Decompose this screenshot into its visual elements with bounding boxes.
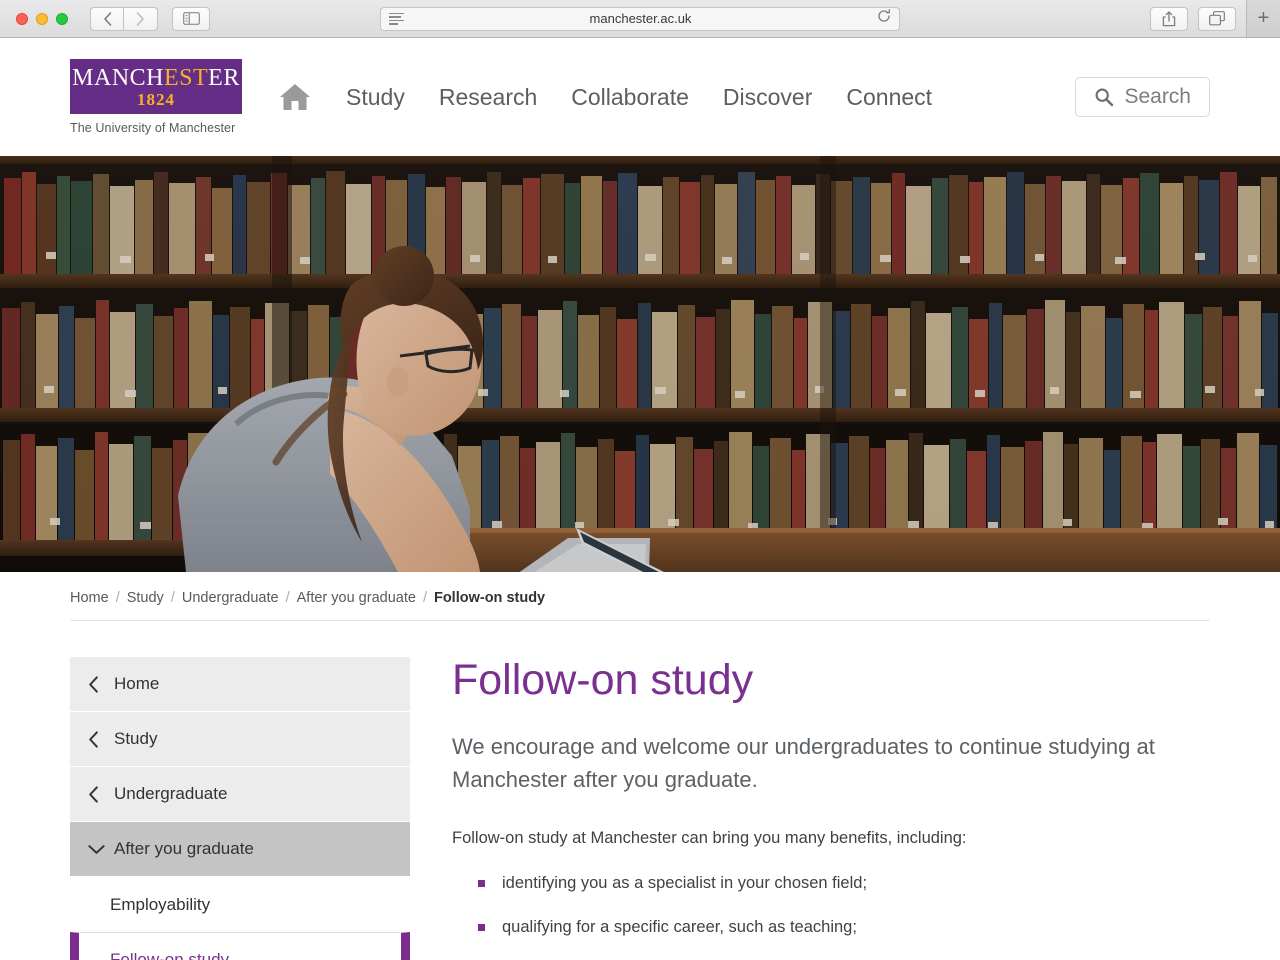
logo-wordmark: MANCHESTER: [72, 66, 240, 90]
sidebar-toggle-button[interactable]: [172, 6, 210, 31]
sidebar-subitem-employability[interactable]: Employability: [70, 877, 410, 932]
breadcrumb-separator: /: [422, 590, 427, 606]
breadcrumb-item-study[interactable]: Study: [127, 590, 164, 606]
breadcrumb-item-undergraduate[interactable]: Undergraduate: [182, 590, 279, 606]
search-icon: [1096, 88, 1114, 107]
logo-word-part1: MANCH: [72, 64, 164, 91]
maximize-window-button[interactable]: [56, 12, 68, 25]
sidebar-subitem-follow-on-study[interactable]: Follow-on study: [70, 932, 410, 960]
home-icon: [280, 84, 310, 110]
sidebar-subitem-label: Employability: [110, 894, 211, 914]
new-tab-button[interactable]: +: [1246, 0, 1280, 37]
chevron-down-icon: [88, 844, 114, 855]
page-title: Follow-on study: [452, 656, 754, 704]
url-text: manchester.ac.uk: [589, 11, 692, 26]
breadcrumb-separator: /: [170, 590, 175, 606]
browser-chrome: manchester.ac.uk +: [0, 0, 1280, 38]
navigation-buttons: [90, 6, 158, 31]
sidebar-item-label: Study: [114, 729, 158, 748]
sidebar-item-label: Undergraduate: [114, 784, 228, 803]
sidebar-item-home[interactable]: Home: [70, 657, 410, 712]
logo-year: 1824: [137, 89, 175, 109]
sidebar-subitem-label: Follow-on study: [110, 950, 230, 960]
sidebar-icon: [182, 12, 200, 25]
minimize-window-button[interactable]: [36, 12, 48, 25]
nav-item-connect[interactable]: Connect: [846, 84, 932, 111]
address-bar[interactable]: manchester.ac.uk: [380, 6, 900, 31]
share-icon: [1162, 10, 1176, 26]
search-button-label: Search: [1124, 85, 1191, 108]
logo-mark: MANCHESTER 1824: [70, 59, 242, 114]
benefits-list: identifying you as a specialist in your …: [452, 871, 1210, 960]
chrome-right-controls: +: [1150, 0, 1280, 37]
search-button[interactable]: Search: [1075, 77, 1210, 117]
reader-view-icon[interactable]: [389, 12, 404, 25]
chevron-left-icon: [88, 785, 114, 803]
chevron-left-icon: [103, 11, 111, 26]
sidebar-item-label: After you graduate: [114, 839, 254, 858]
page-content: Home Study Undergraduate After you gradu…: [0, 621, 1280, 960]
tab-overview-button[interactable]: [1198, 6, 1236, 31]
share-button[interactable]: [1150, 6, 1188, 31]
breadcrumb-separator: /: [115, 590, 120, 606]
breadcrumb-item-home[interactable]: Home: [70, 590, 109, 606]
breadcrumb: Home / Study / Undergraduate / After you…: [70, 590, 1210, 621]
breadcrumb-item-current: Follow-on study: [433, 590, 546, 606]
back-button[interactable]: [90, 6, 124, 31]
main-navigation: Study Research Collaborate Discover Conn…: [278, 82, 932, 112]
sidebar-item-study[interactable]: Study: [70, 712, 410, 767]
logo-word-est: EST: [164, 64, 209, 91]
nav-item-discover[interactable]: Discover: [723, 84, 812, 111]
tabs-icon: [1209, 11, 1225, 26]
nav-home-link[interactable]: [278, 82, 312, 112]
window-traffic-lights: [16, 12, 68, 25]
breadcrumb-item-after-you-graduate[interactable]: After you graduate: [297, 590, 416, 606]
main-article: Follow-on study We encourage and welcome…: [440, 656, 1210, 960]
chevron-left-icon: [88, 675, 114, 693]
reload-icon[interactable]: [877, 9, 891, 28]
nav-item-collaborate[interactable]: Collaborate: [571, 84, 689, 111]
chevron-left-icon: [88, 730, 114, 748]
logo-subtitle: The University of Manchester: [70, 121, 236, 135]
list-item: identifying you as a specialist in your …: [478, 871, 1210, 896]
forward-button[interactable]: [124, 6, 158, 31]
hero-image: [0, 156, 1280, 572]
university-logo[interactable]: MANCHESTER 1824 The University of Manche…: [70, 59, 242, 135]
breadcrumb-wrapper: Home / Study / Undergraduate / After you…: [0, 572, 1280, 621]
list-item: qualifying for a specific career, such a…: [478, 915, 1210, 940]
section-navigation-sidebar: Home Study Undergraduate After you gradu…: [70, 657, 410, 960]
benefits-intro: Follow-on study at Manchester can bring …: [452, 829, 967, 848]
breadcrumb-separator: /: [285, 590, 290, 606]
hero-illustration: [0, 156, 1280, 572]
page-lede: We encourage and welcome our undergradua…: [452, 734, 1155, 793]
sidebar-item-label: Home: [114, 674, 160, 693]
close-window-button[interactable]: [16, 12, 28, 25]
nav-item-research[interactable]: Research: [439, 84, 537, 111]
logo-word-part2: ER: [208, 64, 240, 91]
nav-item-study[interactable]: Study: [346, 84, 405, 111]
site-header: MANCHESTER 1824 The University of Manche…: [0, 38, 1280, 156]
chevron-right-icon: [136, 11, 144, 26]
sidebar-item-undergraduate[interactable]: Undergraduate: [70, 767, 410, 822]
sidebar-item-after-you-graduate[interactable]: After you graduate: [70, 822, 410, 877]
